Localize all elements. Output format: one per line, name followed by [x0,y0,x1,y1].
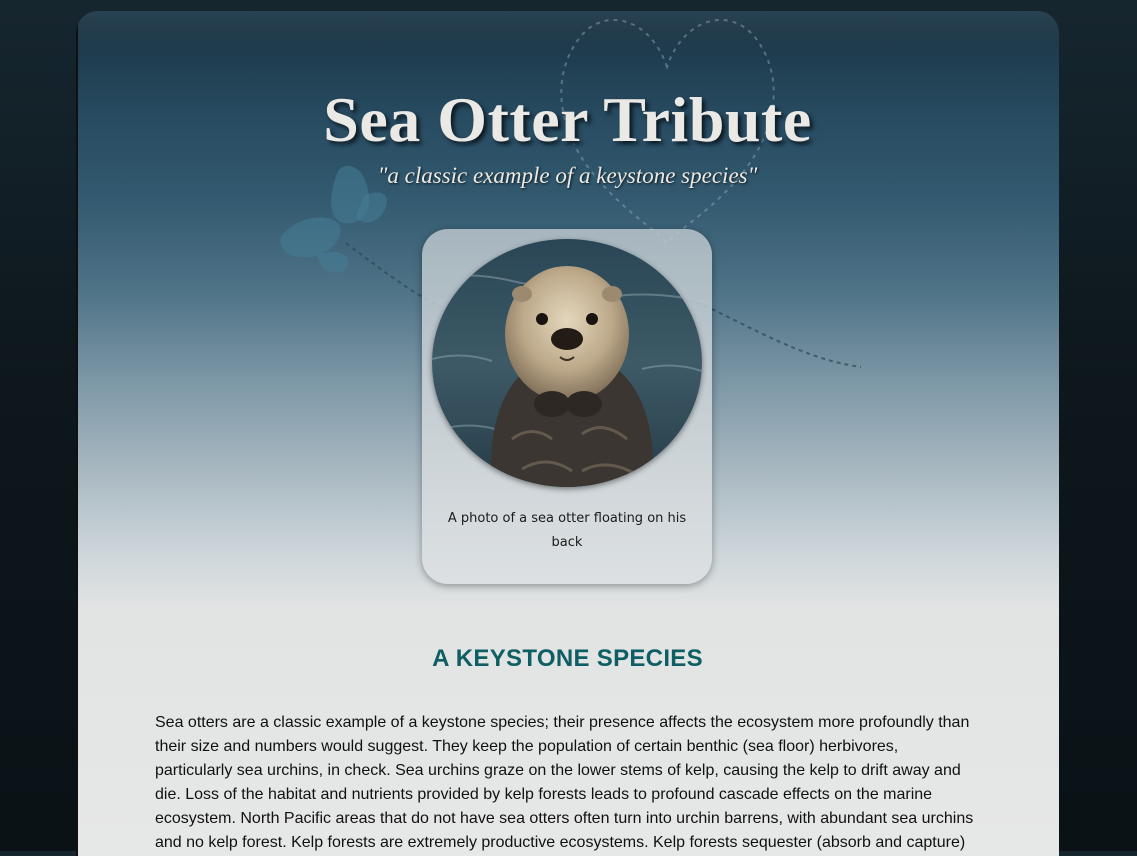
sea-otter-photo [432,239,702,487]
page-container: Sea Otter Tribute "a classic example of … [76,11,1059,856]
section-body-text: Sea otters are a classic example of a ke… [155,714,974,851]
photo-caption: A photo of a sea otter floating on his b… [447,511,687,550]
figure-card: A photo of a sea otter floating on his b… [422,229,712,584]
section-heading: A KEYSTONE SPECIES [432,645,703,672]
page-title: Sea Otter Tribute [323,84,812,155]
page-tagline: "a classic example of a keystone species… [377,163,758,188]
